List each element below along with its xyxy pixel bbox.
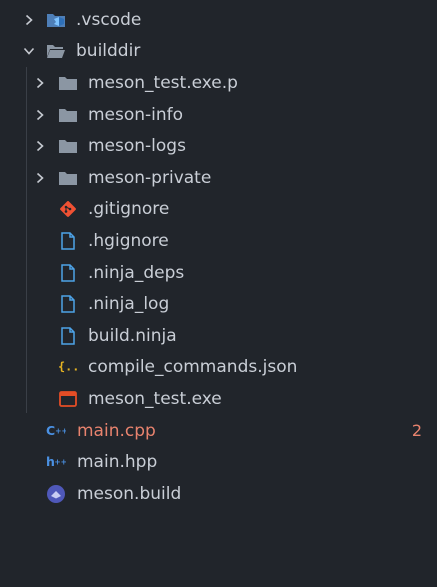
- svg-text:C: C: [46, 423, 55, 438]
- tree-item-label: main.hpp: [77, 452, 158, 473]
- tree-item-label: meson_test.exe.p: [88, 72, 238, 93]
- file-explorer: .vscode builddir meson_test.exe.p meson-…: [0, 0, 437, 587]
- tree-item-label: .ninja_log: [88, 294, 170, 315]
- tree-item-label: compile_commands.json: [88, 357, 298, 378]
- tree-item-meson-test-exe-p[interactable]: meson_test.exe.p: [0, 67, 437, 99]
- tree-item-ninja-deps[interactable]: .ninja_deps: [0, 257, 437, 289]
- chevron-right-icon[interactable]: [32, 170, 48, 186]
- chevron-right-icon[interactable]: [32, 75, 48, 91]
- chevron-down-icon[interactable]: [21, 43, 37, 59]
- tree-item-build-ninja[interactable]: build.ninja: [0, 320, 437, 352]
- svg-text:++: ++: [55, 426, 66, 435]
- file-icon: [58, 263, 78, 283]
- folder-icon: [58, 136, 78, 156]
- tree-item-meson-logs[interactable]: meson-logs: [0, 130, 437, 162]
- cpp-icon: C ++: [46, 421, 66, 441]
- tree-item-label: main.cpp: [77, 420, 156, 441]
- tree-item-vscode[interactable]: .vscode: [0, 4, 437, 36]
- chevron-right-icon[interactable]: [32, 138, 48, 154]
- hpp-icon: h ++: [46, 452, 66, 472]
- tree-item-meson-info[interactable]: meson-info: [0, 99, 437, 131]
- svg-text:{..}: {..}: [58, 360, 78, 374]
- problem-count-badge: 2: [411, 421, 422, 441]
- svg-text:++: ++: [54, 458, 66, 467]
- tree-item-label: .hgignore: [88, 230, 169, 251]
- tree-item-label: builddir: [76, 41, 141, 62]
- tree-item-ninja-log[interactable]: .ninja_log: [0, 288, 437, 320]
- meson-icon: [46, 484, 66, 504]
- folder-open-icon: [46, 41, 66, 61]
- tree-item-builddir[interactable]: builddir: [0, 36, 437, 68]
- tree-item-main-cpp[interactable]: C ++ main.cpp 2: [0, 415, 437, 447]
- tree-item-label: .gitignore: [88, 199, 170, 220]
- vscode-folder-icon: [46, 10, 66, 30]
- tree-item-label: meson-info: [88, 104, 184, 125]
- tree-item-label: meson-logs: [88, 136, 186, 157]
- tree-item-meson-test-exe[interactable]: meson_test.exe: [0, 383, 437, 415]
- tree-item-main-hpp[interactable]: h ++ main.hpp: [0, 446, 437, 478]
- tree-item-label: build.ninja: [88, 325, 177, 346]
- folder-icon: [58, 73, 78, 93]
- file-icon: [58, 294, 78, 314]
- folder-icon: [58, 105, 78, 125]
- tree-item-label: .vscode: [76, 9, 142, 30]
- tree-item-compile-commands-json[interactable]: {..} compile_commands.json: [0, 352, 437, 384]
- exe-icon: [58, 389, 78, 409]
- tree-item-gitignore[interactable]: .gitignore: [0, 194, 437, 226]
- file-icon: [58, 326, 78, 346]
- tree-item-label: meson-private: [88, 167, 212, 188]
- tree-item-label: .ninja_deps: [88, 262, 185, 283]
- chevron-right-icon[interactable]: [32, 107, 48, 123]
- chevron-right-icon[interactable]: [21, 12, 37, 28]
- json-icon: {..}: [58, 357, 78, 377]
- file-icon: [58, 231, 78, 251]
- tree-item-label: meson.build: [77, 483, 182, 504]
- git-icon: [58, 199, 78, 219]
- tree-item-hgignore[interactable]: .hgignore: [0, 225, 437, 257]
- tree-item-meson-build[interactable]: meson.build: [0, 478, 437, 510]
- tree-item-label: meson_test.exe: [88, 388, 222, 409]
- tree-item-meson-private[interactable]: meson-private: [0, 162, 437, 194]
- folder-icon: [58, 168, 78, 188]
